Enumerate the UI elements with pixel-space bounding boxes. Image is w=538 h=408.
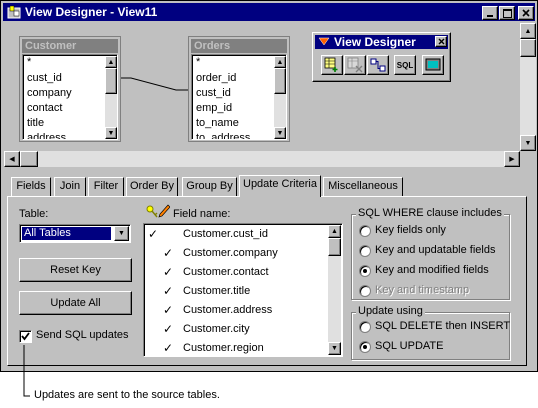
callout-text: Updates are sent to the source tables. [34,389,220,401]
tab-update-criteria[interactable]: Update Criteria [239,175,321,197]
callout-line [23,345,30,397]
